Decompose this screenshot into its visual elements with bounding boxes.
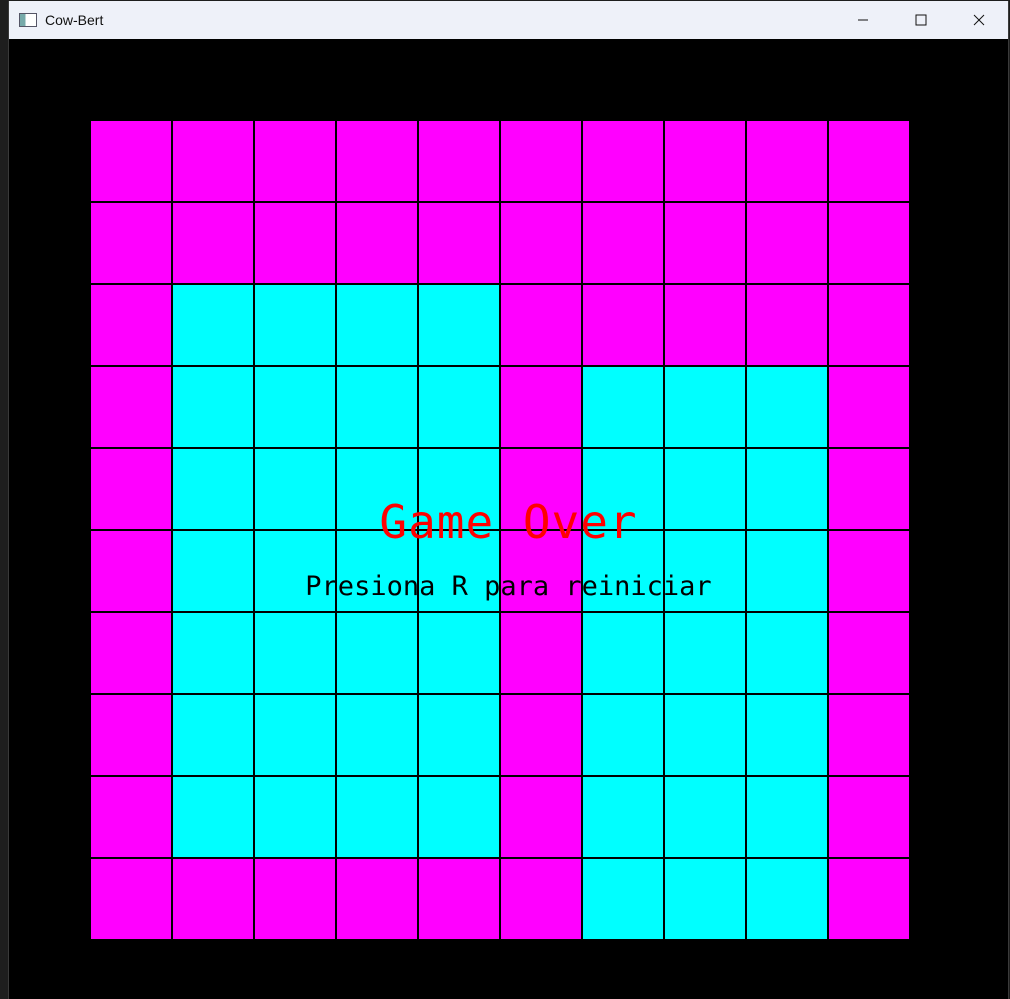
board-tile-magenta: [418, 858, 500, 940]
board-tile-magenta: [828, 858, 910, 940]
board-tile-magenta: [664, 202, 746, 284]
board-tile-cyan: [336, 612, 418, 694]
board-tile-magenta: [500, 612, 582, 694]
board-tile-magenta: [90, 776, 172, 858]
board-tile-magenta: [90, 366, 172, 448]
board-tile-magenta: [828, 366, 910, 448]
board-tile-magenta: [746, 120, 828, 202]
board-tile-magenta: [828, 776, 910, 858]
board-tile-cyan: [336, 366, 418, 448]
board-tile-magenta: [828, 284, 910, 366]
board-tile-cyan: [582, 612, 664, 694]
board-tile-cyan: [336, 776, 418, 858]
board-tile-cyan: [664, 858, 746, 940]
board-tile-cyan: [418, 776, 500, 858]
board-tile-magenta: [336, 120, 418, 202]
title-bar[interactable]: Cow-Bert: [9, 1, 1008, 39]
minimize-icon: [858, 19, 868, 21]
board-tile-cyan: [418, 366, 500, 448]
board-tile-cyan: [254, 776, 336, 858]
board-tile-magenta: [90, 284, 172, 366]
game-over-title: Game Over: [379, 495, 638, 549]
board-tile-cyan: [664, 694, 746, 776]
board-tile-magenta: [90, 202, 172, 284]
board-tile-cyan: [418, 284, 500, 366]
board-tile-magenta: [418, 120, 500, 202]
board-tile-cyan: [746, 776, 828, 858]
board-tile-magenta: [254, 202, 336, 284]
board-tile-magenta: [828, 694, 910, 776]
board-tile-magenta: [172, 858, 254, 940]
board-tile-magenta: [500, 120, 582, 202]
board-tile-cyan: [746, 694, 828, 776]
board-tile-cyan: [418, 612, 500, 694]
board-tile-magenta: [254, 120, 336, 202]
board-tile-magenta: [828, 202, 910, 284]
board-tile-magenta: [746, 202, 828, 284]
board-tile-magenta: [418, 202, 500, 284]
board-tile-cyan: [336, 694, 418, 776]
board-tile-cyan: [746, 858, 828, 940]
board-tile-magenta: [828, 120, 910, 202]
board-tile-cyan: [172, 284, 254, 366]
board-tile-magenta: [582, 202, 664, 284]
board-tile-magenta: [500, 694, 582, 776]
window-title: Cow-Bert: [45, 12, 104, 28]
board-tile-cyan: [254, 612, 336, 694]
board-tile-magenta: [664, 284, 746, 366]
close-icon: [973, 14, 985, 26]
board-tile-magenta: [336, 202, 418, 284]
maximize-button[interactable]: [892, 1, 950, 39]
board-tile-magenta: [582, 120, 664, 202]
restart-hint: Presiona R para reiniciar: [305, 571, 712, 602]
board-tile-magenta: [90, 612, 172, 694]
board-tile-cyan: [664, 612, 746, 694]
board-tile-magenta: [254, 858, 336, 940]
board-tile-cyan: [254, 694, 336, 776]
board-tile-cyan: [582, 776, 664, 858]
board-tile-cyan: [254, 284, 336, 366]
board-tile-cyan: [746, 612, 828, 694]
board-tile-cyan: [664, 366, 746, 448]
board-tile-cyan: [172, 366, 254, 448]
game-canvas[interactable]: Game Over Presiona R para reiniciar: [9, 39, 1008, 999]
minimize-button[interactable]: [834, 1, 892, 39]
board-tile-cyan: [172, 776, 254, 858]
board-tile-magenta: [500, 284, 582, 366]
board-tile-cyan: [582, 366, 664, 448]
board-tile-magenta: [172, 202, 254, 284]
maximize-icon: [915, 14, 927, 26]
board-tile-cyan: [336, 284, 418, 366]
board-tile-cyan: [582, 858, 664, 940]
board-tile-magenta: [90, 858, 172, 940]
board-tile-cyan: [664, 776, 746, 858]
board-tile-magenta: [500, 776, 582, 858]
board-tile-magenta: [172, 120, 254, 202]
board-tile-cyan: [746, 366, 828, 448]
board-tile-magenta: [746, 284, 828, 366]
board-tile-cyan: [172, 694, 254, 776]
board-tile-cyan: [172, 612, 254, 694]
app-window-icon: [19, 13, 37, 27]
board-tile-magenta: [664, 120, 746, 202]
game-window: Cow-Bert Game Over Presiona R para reini…: [8, 1, 1009, 999]
board-tile-cyan: [582, 694, 664, 776]
board-tile-magenta: [90, 120, 172, 202]
board-tile-cyan: [254, 366, 336, 448]
board-tile-magenta: [336, 858, 418, 940]
board-tile-magenta: [828, 612, 910, 694]
board-tile-magenta: [500, 202, 582, 284]
board-tile-magenta: [500, 366, 582, 448]
board-tile-magenta: [582, 284, 664, 366]
close-button[interactable]: [950, 1, 1008, 39]
board-tile-magenta: [500, 858, 582, 940]
board-tile-cyan: [418, 694, 500, 776]
window-controls: [834, 1, 1008, 39]
board-tile-magenta: [90, 694, 172, 776]
